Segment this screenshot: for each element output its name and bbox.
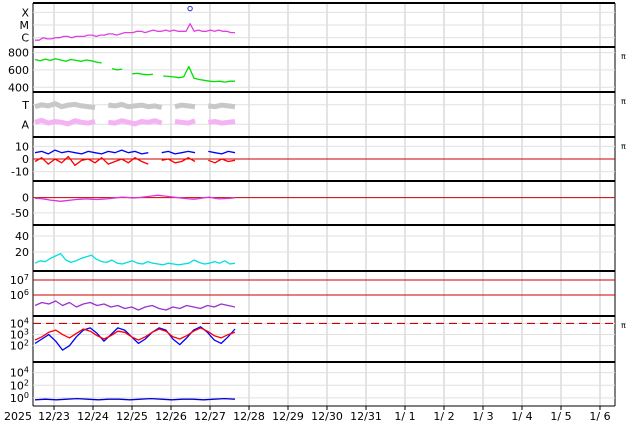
series-line-speed-1 xyxy=(34,117,236,127)
series-line-bz-1 xyxy=(34,155,236,166)
y-tick-label: T xyxy=(21,99,29,112)
y-tick-label: 40 xyxy=(15,230,29,243)
x-tick-label: 1/ 6 xyxy=(589,410,610,423)
y-tick-label: 0 xyxy=(22,153,29,166)
x-axis-year-label: 2025 xyxy=(4,410,32,423)
y-tick-label: 800 xyxy=(8,47,29,60)
y-tick-label: -10 xyxy=(11,166,29,179)
x-tick-label: 12/24 xyxy=(77,410,109,423)
x-tick-label: 1/ 4 xyxy=(511,410,532,423)
y-tick-label: 100 xyxy=(10,391,29,405)
series-line-bt-0 xyxy=(34,252,236,266)
y-tick-label: 0 xyxy=(22,192,29,205)
series-line-proton_flux-1 xyxy=(34,327,236,341)
x-tick-label: 1/ 5 xyxy=(550,410,571,423)
x-tick-label: 12/23 xyxy=(38,410,70,423)
y-tick-label: 600 xyxy=(8,64,29,77)
chart-svg: XMC400600800 πTAπ-10010 π-5002040106107102… xyxy=(4,2,626,423)
panel-side-marker: π xyxy=(621,97,626,106)
panel-side-marker: π xyxy=(621,142,626,151)
series-line-speed-0 xyxy=(34,101,236,110)
y-tick-label: -50 xyxy=(11,207,29,220)
y-tick-label: 20 xyxy=(15,246,29,259)
x-tick-label: 1/ 1 xyxy=(394,410,415,423)
x-tick-label: 1/ 2 xyxy=(433,410,454,423)
y-tick-label: 400 xyxy=(8,81,29,94)
x-tick-label: 12/26 xyxy=(155,410,187,423)
x-tick-label: 12/27 xyxy=(194,410,226,423)
x-tick-label: 12/25 xyxy=(116,410,148,423)
series-line-electron-0 xyxy=(34,300,236,311)
x-tick-label: 1/ 3 xyxy=(472,410,493,423)
y-tick-label: X xyxy=(21,6,29,19)
x-tick-label: 12/31 xyxy=(350,410,382,423)
y-tick-label: 106 xyxy=(10,288,29,302)
y-tick-label: A xyxy=(21,118,29,131)
x-tick-label: 12/29 xyxy=(272,410,304,423)
y-tick-label: M xyxy=(20,19,30,32)
x-tick-label: 12/30 xyxy=(311,410,343,423)
x-tick-label: 12/28 xyxy=(233,410,265,423)
y-tick-label: 107 xyxy=(10,273,29,287)
flare-marker xyxy=(187,5,193,12)
y-tick-label: 10 xyxy=(15,140,29,153)
panel-side-marker: π xyxy=(621,321,626,330)
series-line-kp-0 xyxy=(34,397,236,401)
series-line-bx-0 xyxy=(34,194,236,202)
panel-side-marker: π xyxy=(621,52,626,61)
y-tick-label: C xyxy=(21,32,29,45)
series-line-bz-0 xyxy=(34,149,236,155)
space-weather-chart: X M C 400 600 800 π T Aπ -10 0 10 π -50 0 20 40 106 107 102… xyxy=(0,0,634,424)
